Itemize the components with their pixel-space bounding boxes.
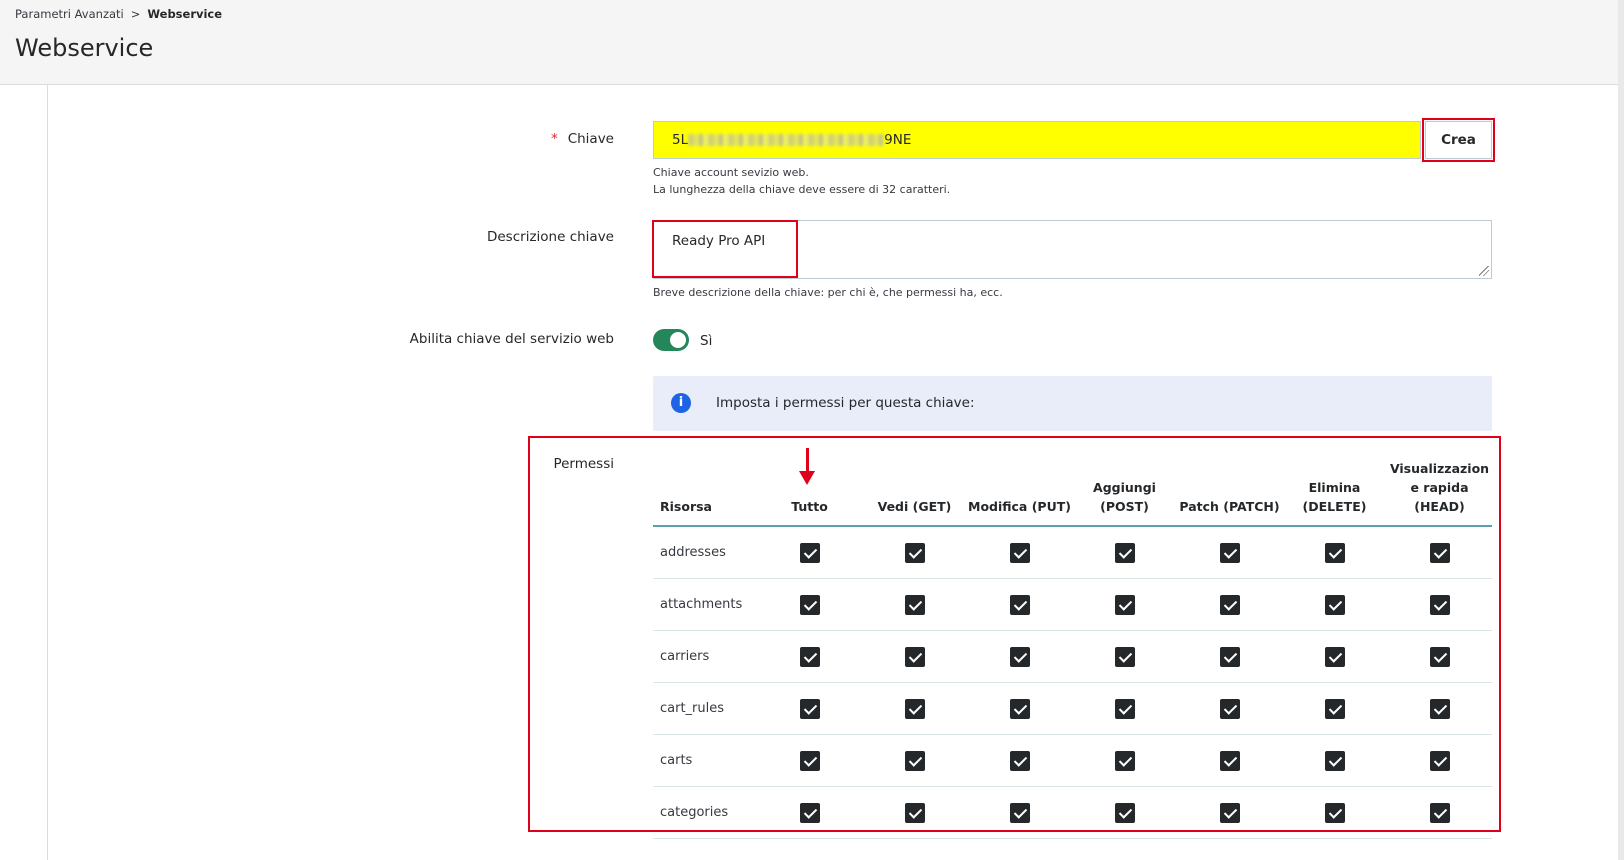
table-row: attachments: [653, 578, 1492, 631]
resource-name: cart_rules: [653, 682, 757, 735]
checkbox-patch[interactable]: [1219, 594, 1240, 615]
col-post[interactable]: Aggiungi (POST): [1072, 454, 1177, 527]
toggle-knob: [670, 332, 686, 348]
permissions-label: Permessi: [553, 456, 614, 472]
col-delete[interactable]: Elimina (DELETE): [1282, 454, 1387, 527]
checkbox-get[interactable]: [904, 698, 925, 719]
col-patch[interactable]: Patch (PATCH): [1177, 454, 1282, 527]
checkbox-get[interactable]: [904, 802, 925, 823]
required-mark: *: [550, 131, 558, 147]
checkbox-patch[interactable]: [1219, 750, 1240, 771]
checkbox-all[interactable]: [799, 542, 820, 563]
key-help: Chiave account sevizio web. La lunghezza…: [653, 166, 951, 196]
checkbox-delete[interactable]: [1324, 802, 1345, 823]
checkbox-put[interactable]: [1009, 698, 1030, 719]
description-value: Ready Pro API: [672, 233, 766, 249]
checkbox-get[interactable]: [904, 646, 925, 667]
resource-name: categories: [653, 786, 757, 839]
resource-name: attachments: [653, 578, 757, 631]
checkbox-head[interactable]: [1429, 542, 1450, 563]
checkbox-head[interactable]: [1429, 750, 1450, 771]
table-row: addresses: [653, 526, 1492, 579]
breadcrumb-separator: >: [130, 7, 141, 21]
checkbox-all[interactable]: [799, 594, 820, 615]
checkbox-head[interactable]: [1429, 802, 1450, 823]
resize-grip-icon[interactable]: [1479, 266, 1489, 276]
checkbox-post[interactable]: [1114, 698, 1135, 719]
redacted-blur: [688, 134, 885, 146]
checkbox-post[interactable]: [1114, 542, 1135, 563]
checkbox-delete[interactable]: [1324, 698, 1345, 719]
checkbox-delete[interactable]: [1324, 594, 1345, 615]
key-value-prefix: 5L: [672, 132, 689, 148]
col-get[interactable]: Vedi (GET): [862, 454, 967, 527]
checkbox-put[interactable]: [1009, 594, 1030, 615]
breadcrumb-parent-link[interactable]: Parametri Avanzati: [15, 7, 124, 21]
checkbox-patch[interactable]: [1219, 698, 1240, 719]
enable-label: Abilita chiave del servizio web: [409, 331, 614, 347]
table-row: carts: [653, 734, 1492, 787]
table-header-row: Risorsa Tutto Vedi (GET) Modifica (PUT) …: [653, 454, 1492, 527]
checkbox-all[interactable]: [799, 698, 820, 719]
checkbox-delete[interactable]: [1324, 750, 1345, 771]
divider: [47, 85, 48, 860]
checkbox-patch[interactable]: [1219, 646, 1240, 667]
checkbox-head[interactable]: [1429, 698, 1450, 719]
enable-toggle-label: Sì: [700, 333, 713, 349]
table-row: cart_rules: [653, 682, 1492, 735]
checkbox-all[interactable]: [799, 802, 820, 823]
breadcrumb: Parametri Avanzati > Webservice: [15, 7, 222, 21]
description-help: Breve descrizione della chiave: per chi …: [653, 286, 1003, 299]
checkbox-put[interactable]: [1009, 542, 1030, 563]
table-row: carriers: [653, 630, 1492, 683]
checkbox-post[interactable]: [1114, 594, 1135, 615]
col-resource: Risorsa: [653, 454, 757, 527]
checkbox-head[interactable]: [1429, 646, 1450, 667]
checkbox-post[interactable]: [1114, 646, 1135, 667]
key-value-suffix: 9NE: [884, 132, 912, 148]
resource-name: addresses: [653, 526, 757, 579]
breadcrumb-current: Webservice: [147, 7, 223, 21]
info-icon: i: [671, 393, 691, 413]
checkbox-delete[interactable]: [1324, 542, 1345, 563]
checkbox-post[interactable]: [1114, 750, 1135, 771]
col-all[interactable]: Tutto: [757, 454, 862, 527]
col-head[interactable]: Visualizzazion e rapida (HEAD): [1387, 454, 1492, 527]
checkbox-get[interactable]: [904, 750, 925, 771]
generate-key-button[interactable]: Crea: [1425, 121, 1492, 159]
checkbox-all[interactable]: [799, 646, 820, 667]
info-text: Imposta i permessi per questa chiave:: [716, 395, 975, 411]
key-input[interactable]: 5L 9NE: [653, 121, 1421, 159]
checkbox-put[interactable]: [1009, 750, 1030, 771]
checkbox-put[interactable]: [1009, 802, 1030, 823]
page-title: Webservice: [15, 34, 154, 62]
scrollbar[interactable]: [1618, 0, 1624, 860]
description-textarea[interactable]: Ready Pro API: [653, 220, 1492, 279]
table-row: categories: [653, 786, 1492, 839]
enable-toggle[interactable]: [653, 329, 689, 351]
checkbox-get[interactable]: [904, 594, 925, 615]
key-label: * Chiave: [550, 131, 614, 147]
checkbox-get[interactable]: [904, 542, 925, 563]
info-alert: i Imposta i permessi per questa chiave:: [653, 376, 1492, 431]
col-put[interactable]: Modifica (PUT): [967, 454, 1072, 527]
checkbox-all[interactable]: [799, 750, 820, 771]
checkbox-patch[interactable]: [1219, 802, 1240, 823]
permissions-table: Risorsa Tutto Vedi (GET) Modifica (PUT) …: [653, 454, 1492, 839]
description-label: Descrizione chiave: [486, 229, 614, 245]
page-header: Parametri Avanzati > Webservice Webservice: [0, 0, 1624, 85]
checkbox-delete[interactable]: [1324, 646, 1345, 667]
resource-name: carriers: [653, 630, 757, 683]
checkbox-head[interactable]: [1429, 594, 1450, 615]
checkbox-patch[interactable]: [1219, 542, 1240, 563]
checkbox-put[interactable]: [1009, 646, 1030, 667]
resource-name: carts: [653, 734, 757, 787]
checkbox-post[interactable]: [1114, 802, 1135, 823]
